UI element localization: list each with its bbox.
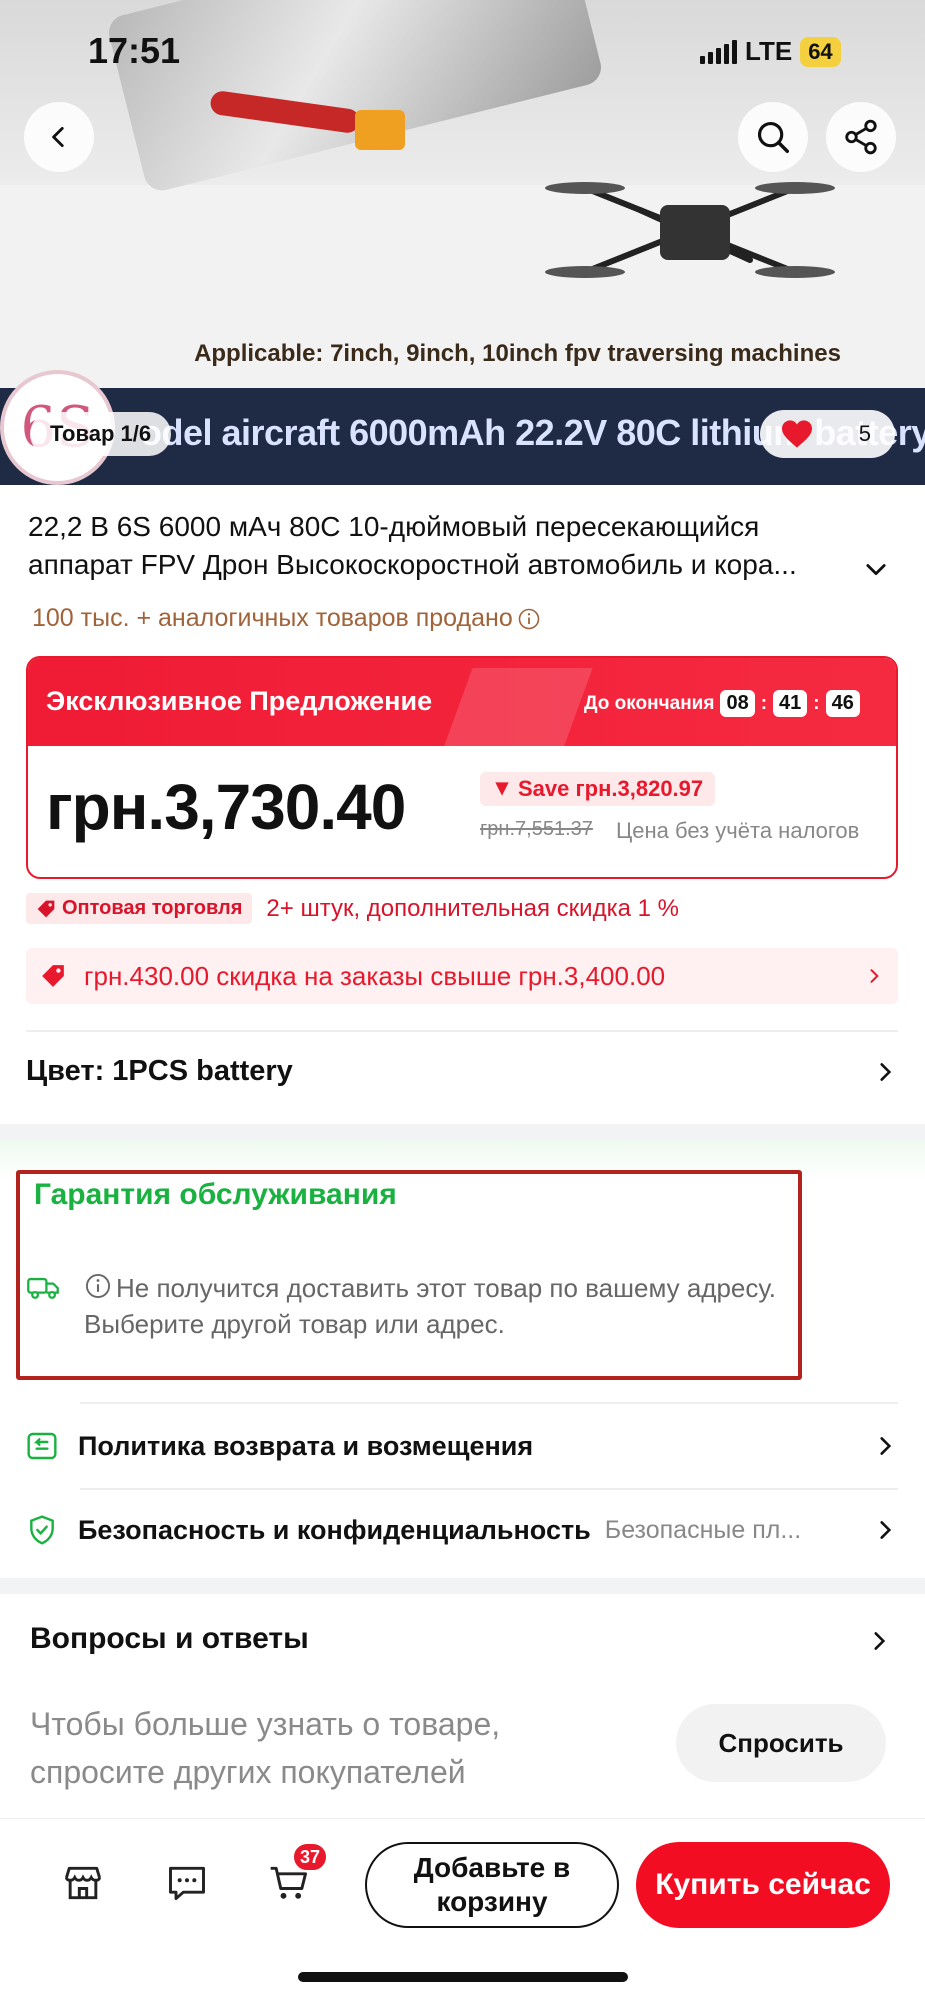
buy-now-button[interactable]: Купить сейчас (636, 1842, 890, 1928)
network-type: LTE (745, 36, 793, 66)
countdown-hours: 08 (720, 690, 755, 717)
cart-count-badge: 37 (292, 1842, 329, 1872)
coupon-discount-text: грн.430.00 скидка на заказы свыше грн.3,… (84, 960, 666, 991)
sold-count: 100 тыс. + аналогичных товаров продано (32, 604, 541, 633)
delivery-warning-text: Не получится доставить этот товар по ваш… (84, 1270, 854, 1342)
image-counter: Товар 1/6 (30, 412, 172, 456)
info-icon[interactable] (517, 607, 541, 631)
wholesale-text: 2+ штук, дополнительная скидка 1 % (266, 894, 679, 922)
tag-icon (37, 900, 55, 917)
info-icon (85, 1273, 111, 1299)
back-arrow-icon (52, 126, 64, 148)
color-selector[interactable]: Цвет: 1PCS battery (26, 1055, 898, 1088)
security-privacy-row[interactable]: Безопасность и конфиденциальность Безопа… (26, 1514, 898, 1546)
coupon-discount-bar[interactable]: грн.430.00 скидка на заказы свыше грн.3,… (26, 948, 898, 1004)
qa-title[interactable]: Вопросы и ответы (30, 1622, 309, 1656)
wholesale-tag: Оптовая торговля (26, 893, 253, 924)
security-privacy-sub: Безопасные пл... (604, 1515, 802, 1544)
wholesale-offer: Оптовая торговля 2+ штук, дополнительная… (26, 893, 679, 924)
countdown-seconds: 46 (825, 690, 860, 717)
home-indicator (298, 1972, 628, 1982)
security-privacy-label: Безопасность и конфиденциальность (78, 1514, 591, 1545)
status-time: 17:51 (88, 30, 181, 71)
wholesale-tag-label: Оптовая торговля (62, 897, 243, 919)
sold-text: 100 тыс. + аналогичных товаров продано (32, 604, 513, 632)
exclusive-offer-label: Эксклюзивное Предложение (46, 686, 433, 716)
back-button[interactable] (24, 102, 94, 172)
shield-check-icon (30, 1515, 54, 1545)
chat-icon (169, 1866, 205, 1901)
divider (80, 1402, 898, 1404)
arrow-down-icon (495, 782, 509, 796)
tax-note: Цена без учёта налогов (616, 818, 860, 843)
battery-level: 64 (800, 36, 841, 67)
share-icon (845, 119, 877, 155)
price-card-header: Эксклюзивное Предложение До окончания 08… (28, 658, 896, 748)
chevron-down-icon[interactable] (862, 555, 890, 583)
return-icon (27, 1432, 57, 1460)
store-icon (65, 1866, 101, 1900)
drone-image (545, 182, 835, 278)
divider (26, 1030, 898, 1032)
chevron-right-icon (880, 1437, 892, 1455)
gift-icon (443, 668, 593, 748)
color-label: Цвет: 1PCS battery (26, 1055, 293, 1087)
countdown-minutes: 41 (773, 690, 808, 717)
price-card: Эксклюзивное Предложение До окончания 08… (26, 656, 898, 879)
save-amount: Save грн.3,820.97 (518, 776, 704, 801)
search-icon (757, 121, 789, 153)
store-button[interactable] (58, 1858, 108, 1908)
delivery-warning-message: Не получится доставить этот товар по ваш… (84, 1273, 777, 1339)
battery-plug (355, 110, 405, 150)
return-policy-row[interactable]: Политика возврата и возмещения (26, 1430, 898, 1462)
countdown-timer: До окончания 08 : 41 : 46 (584, 690, 860, 717)
save-badge: Save грн.3,820.97 (480, 772, 716, 806)
timer-separator: : (760, 692, 768, 714)
divider (80, 1488, 898, 1490)
product-title[interactable]: 22,2 В 6S 6000 мАч 80C 10-дюймовый перес… (28, 508, 868, 584)
hero-caption: Applicable: 7inch, 9inch, 10inch fpv tra… (194, 340, 841, 367)
old-price: грн.7,551.37 (480, 818, 593, 840)
chevron-right-icon (880, 1521, 892, 1539)
signal-icon (700, 39, 737, 64)
truck-icon (27, 1277, 59, 1299)
wishlist-button[interactable]: 5 (760, 410, 895, 458)
delivery-warning: Не получится доставить этот товар по ваш… (26, 1270, 854, 1342)
ask-button[interactable]: Спросить (676, 1704, 886, 1782)
chevron-right-icon[interactable] (866, 1628, 892, 1654)
timer-separator: : (813, 692, 820, 714)
current-price: грн.3,730.40 (46, 771, 406, 843)
section-divider (0, 1124, 925, 1140)
qa-prompt: Чтобы больше узнать о товаре, спросите д… (30, 1706, 501, 1790)
return-policy-label: Политика возврата и возмещения (78, 1430, 534, 1461)
countdown-label: До окончания (584, 692, 715, 714)
search-button[interactable] (738, 102, 808, 172)
chevron-right-icon (880, 1062, 892, 1081)
chevron-right-icon (870, 969, 879, 983)
section-divider (0, 1578, 925, 1594)
share-button[interactable] (826, 102, 896, 172)
add-to-cart-button[interactable]: Добавьте в корзину (365, 1842, 619, 1928)
wishlist-count: 5 (858, 421, 871, 446)
tag-icon (42, 965, 64, 987)
chat-button[interactable] (162, 1858, 212, 1908)
status-indicators: LTE 64 (700, 36, 841, 67)
heart-icon (782, 420, 812, 448)
